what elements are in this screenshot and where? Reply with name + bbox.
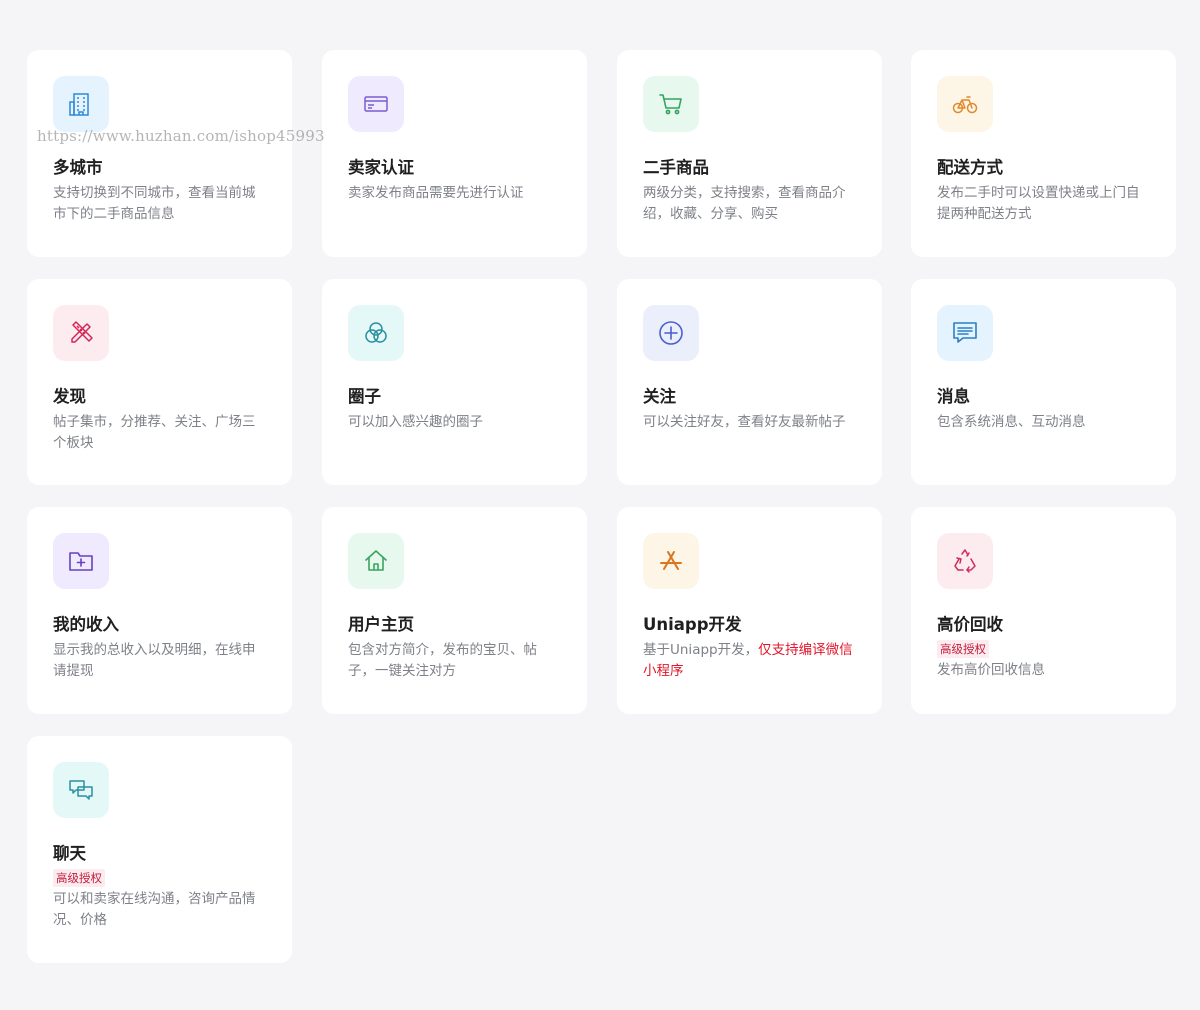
bicycle-icon [952,96,978,114]
chat-icon [69,780,93,800]
premium-license-badge: 高级授权 [937,640,989,658]
feature-title: 用户主页 [348,615,414,634]
cart-icon-box [643,76,699,132]
pencil-ruler-icon [71,321,93,343]
bicycle-icon-box [937,76,993,132]
premium-license-badge: 高级授权 [53,869,105,887]
feature-desc-text: 基于Uniapp开发， [643,642,759,658]
feature-desc: 可以关注好友，查看好友最新帖子 [643,414,846,430]
feature-desc: 两级分类，支持搜索，查看商品介绍，收藏、分享、购买 [643,185,846,222]
feature-desc: 基于Uniapp开发，仅支持编译微信小程序 [643,640,856,682]
feature-desc: 发布高价回收信息 [937,662,1045,678]
home-icon-box [348,533,404,589]
circles-icon-box [348,305,404,361]
chat-icon-box [53,762,109,818]
feature-card-circle: 圈子 可以加入感兴趣的圈子 [322,279,587,485]
plus-circle-icon-box [643,305,699,361]
cart-icon [659,94,682,115]
feature-title: 发现 [53,387,86,406]
feature-desc: 支持切换到不同城市，查看当前城市下的二手商品信息 [53,185,256,222]
building-icon-box [53,76,109,132]
feature-desc: 帖子集市，分推荐、关注、广场三个板块 [53,414,256,451]
feature-title: 消息 [937,387,970,406]
building-icon [69,93,89,116]
feature-card-recycle: 高价回收 高级授权 发布高价回收信息 [911,507,1176,714]
feature-title: 高价回收 [937,615,1003,634]
feature-title: 我的收入 [53,615,119,634]
message-icon [953,322,977,343]
feature-card-seller-verify: 卖家认证 卖家发布商品需要先进行认证 [322,50,587,257]
feature-title: Uniapp开发 [643,615,742,634]
circles-icon [365,322,387,343]
feature-desc: 发布二手时可以设置快递或上门自提两种配送方式 [937,185,1140,222]
app-store-icon [660,551,682,570]
feature-title: 关注 [643,387,676,406]
feature-card-second-hand-goods: 二手商品 两级分类，支持搜索，查看商品介绍，收藏、分享、购买 [617,50,882,257]
card-icon [364,96,388,112]
feature-title: 卖家认证 [348,158,414,177]
plus-circle-icon [659,321,683,345]
feature-card-messages: 消息 包含系统消息、互动消息 [911,279,1176,485]
feature-card-chat: 聊天 高级授权 可以和卖家在线沟通，咨询产品情况、价格 [27,736,292,963]
feature-desc: 可以和卖家在线沟通，咨询产品情况、价格 [53,891,256,928]
feature-card-discover: 发现 帖子集市，分推荐、关注、广场三个板块 [27,279,292,485]
recycle-icon [954,549,976,573]
message-icon-box [937,305,993,361]
feature-title: 多城市 [53,158,103,177]
app-store-icon-box [643,533,699,589]
folder-plus-icon [69,552,93,571]
feature-desc: 卖家发布商品需要先进行认证 [348,185,524,201]
feature-desc: 显示我的总收入以及明细，在线申请提现 [53,642,256,679]
feature-card-user-home: 用户主页 包含对方简介，发布的宝贝、帖子，一键关注对方 [322,507,587,714]
feature-title: 配送方式 [937,158,1003,177]
feature-card-multi-city: 多城市 支持切换到不同城市，查看当前城市下的二手商品信息 [27,50,292,257]
feature-desc: 包含对方简介，发布的宝贝、帖子，一键关注对方 [348,642,537,679]
feature-desc: 包含系统消息、互动消息 [937,414,1086,430]
feature-desc: 可以加入感兴趣的圈子 [348,414,483,430]
pencil-ruler-icon-box [53,305,109,361]
feature-card-delivery: 配送方式 发布二手时可以设置快递或上门自提两种配送方式 [911,50,1176,257]
feature-title: 聊天 [53,844,86,863]
watermark-text: https://www.huzhan.com/ishop45993 [37,127,325,145]
card-icon-box [348,76,404,132]
home-icon [365,550,387,571]
feature-title: 二手商品 [643,158,709,177]
feature-title: 圈子 [348,387,381,406]
folder-plus-icon-box [53,533,109,589]
feature-card-my-income: 我的收入 显示我的总收入以及明细，在线申请提现 [27,507,292,714]
recycle-icon-box [937,533,993,589]
feature-card-uniapp: Uniapp开发 基于Uniapp开发，仅支持编译微信小程序 [617,507,882,714]
feature-card-follow: 关注 可以关注好友，查看好友最新帖子 [617,279,882,485]
